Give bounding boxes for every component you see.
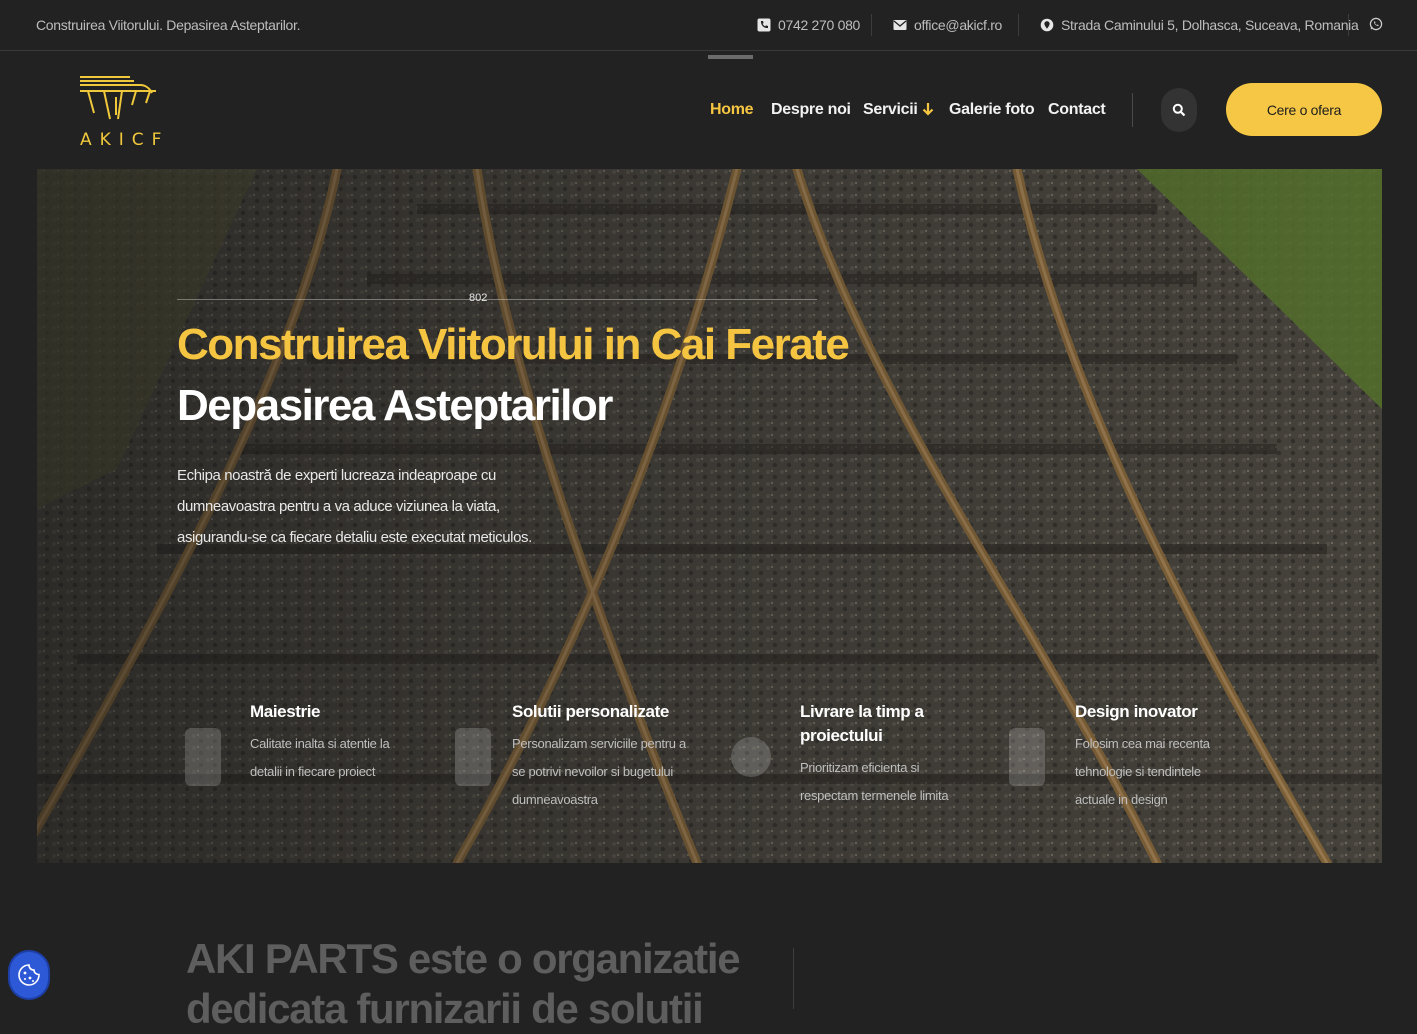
cookie-icon (18, 964, 40, 986)
clock-icon (731, 737, 771, 777)
cookie-settings-button[interactable] (10, 952, 48, 998)
feature-maiestrie: Maiestrie Calitate inalta si atentie la … (250, 700, 450, 786)
feature-design-inovator: Design inovator Folosim cea mai recenta … (1075, 700, 1275, 814)
hero-counter: 802 (469, 292, 488, 304)
nav-servicii-label: Servicii (863, 101, 918, 118)
feature-title: Maiestrie (250, 702, 321, 721)
feature-description: Prioritizam eficienta si respectam terme… (800, 760, 949, 803)
address-text: Strada Caminului 5, Dolhasca, Suceava, R… (1061, 17, 1359, 33)
feature-description: Calitate inalta si atentie la detalii in… (250, 736, 390, 779)
nav-galerie-foto[interactable]: Galerie foto (949, 101, 1035, 119)
clipboard-icon (455, 728, 491, 786)
hero-title: Construirea Viitorului in Cai Ferate (177, 320, 850, 369)
main-header: AKICF Home Despre noi Servicii Galerie f… (0, 51, 1417, 169)
search-icon (1172, 103, 1186, 117)
feature-title: Livrare la timp a proiectului (800, 702, 924, 745)
feature-title: Design inovator (1075, 702, 1198, 721)
location-icon (1040, 18, 1054, 32)
nav-divider (1132, 93, 1133, 127)
phone-icon (757, 18, 771, 32)
topbar-divider (871, 14, 872, 36)
feature-livrare-la-timp: Livrare la timp a proiectului Prioritiza… (800, 700, 1000, 810)
feature-solutii-personalizate: Solutii personalizate Personalizam servi… (512, 700, 712, 814)
logo-text: AKICF (80, 130, 170, 150)
phone-link[interactable]: 0742 270 080 (757, 17, 860, 33)
arrow-down-icon (922, 103, 933, 116)
scroll-indicator (708, 55, 753, 59)
hero-description: Echipa noastră de experti lucreaza indea… (177, 467, 532, 546)
address-link[interactable]: Strada Caminului 5, Dolhasca, Suceava, R… (1040, 17, 1359, 33)
topbar-divider (1348, 14, 1349, 36)
feature-description: Personalizam serviciile pentru a se potr… (512, 736, 686, 807)
phone-number: 0742 270 080 (778, 17, 861, 33)
nav-home[interactable]: Home (710, 101, 754, 119)
hero-subtitle: Depasirea Asteptarilor (177, 381, 613, 430)
topbar-divider (1018, 14, 1019, 36)
nav-contact[interactable]: Contact (1048, 101, 1106, 119)
hero-divider-line (177, 299, 817, 300)
email-address: office@akicf.ro (914, 17, 1003, 33)
design-icon (1009, 728, 1045, 786)
mail-icon (893, 20, 907, 30)
section-divider (793, 948, 794, 1009)
nav-servicii[interactable]: Servicii (863, 101, 934, 119)
nav-despre-noi[interactable]: Despre noi (771, 101, 851, 119)
email-link[interactable]: office@akicf.ro (893, 17, 1002, 33)
hero-section: 802 Construirea Viitorului in Cai Ferate… (37, 169, 1382, 863)
craftsmanship-icon (185, 728, 221, 786)
whatsapp-icon (1369, 17, 1383, 31)
request-offer-button[interactable]: Cere o ofera (1226, 83, 1382, 136)
whatsapp-link[interactable] (1369, 17, 1383, 31)
search-button[interactable] (1161, 88, 1197, 132)
tagline: Construirea Viitorului. Depasirea Astept… (36, 17, 301, 33)
top-bar: Construirea Viitorului. Depasirea Astept… (0, 0, 1417, 51)
feature-title: Solutii personalizate (512, 702, 669, 721)
feature-description: Folosim cea mai recenta tehnologie si te… (1075, 736, 1210, 807)
about-heading: AKI PARTS este o organizatie dedicata fu… (186, 935, 741, 1032)
